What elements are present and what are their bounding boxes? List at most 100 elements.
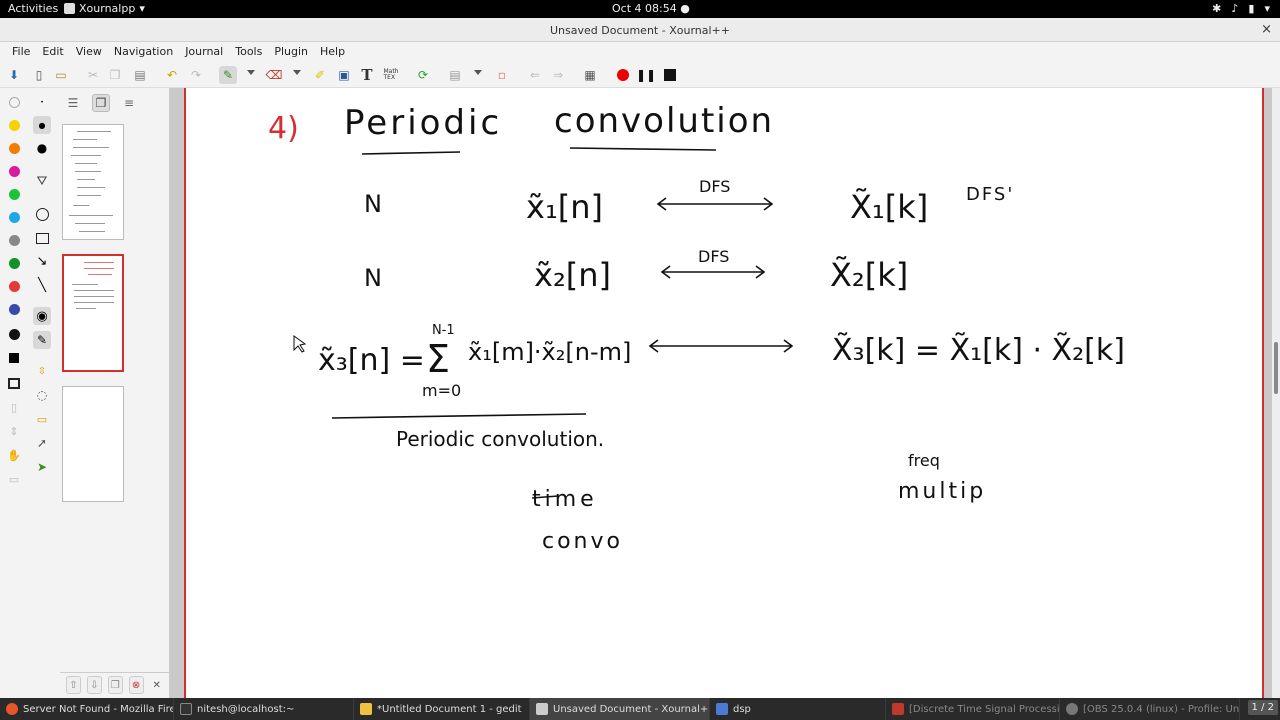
move-page-down-icon[interactable]: ⇩ (86, 676, 102, 694)
pause-icon[interactable]: ❚❚ (636, 66, 656, 84)
workspace-pager[interactable]: 1 / 2 (1247, 700, 1278, 715)
page-thumbnail-1[interactable] (62, 124, 124, 240)
copy-icon[interactable]: ❐ (106, 66, 124, 84)
color-gray[interactable] (5, 231, 23, 249)
app-menu[interactable]: Xournalpp ▾ (64, 2, 145, 15)
size-medium-icon[interactable]: ● (33, 139, 51, 157)
lasso-select-icon[interactable]: ◌ (33, 386, 51, 404)
line-shape-icon[interactable]: ╲ (33, 276, 51, 294)
tab-page-preview[interactable]: ❐ (92, 94, 110, 112)
text-select-icon[interactable]: ▯ (5, 398, 23, 416)
title-underline-2 (569, 147, 717, 151)
hand-tool-icon[interactable]: ✋ (5, 446, 23, 464)
math-tex-icon[interactable]: Math TEX (382, 66, 400, 84)
menu-view[interactable]: View (70, 42, 108, 62)
page-thumbnail-2[interactable] (62, 254, 124, 372)
size-tiny-icon[interactable]: • (33, 93, 51, 111)
size-small-icon[interactable]: ● (33, 116, 51, 134)
delete-page-icon[interactable]: ▫ (493, 66, 511, 84)
vertical-space-icon[interactable]: ⇕ (5, 422, 23, 440)
task-obs[interactable]: [OBS 25.0.4 (linux) - Profile: Untitl... (1060, 698, 1240, 720)
shape-recognizer-icon[interactable]: ◉ (33, 307, 51, 325)
color-red[interactable] (5, 277, 23, 295)
paste-icon[interactable]: ▤ (131, 66, 149, 84)
select-object-icon[interactable]: ▭ (5, 470, 23, 488)
color-green[interactable] (5, 185, 23, 203)
previous-page-icon[interactable]: ⇐ (526, 66, 544, 84)
cut-icon[interactable]: ✂ (84, 66, 102, 84)
activities-button[interactable]: Activities (8, 2, 58, 15)
eraser-tool-icon[interactable]: ⌫ (265, 66, 283, 84)
task-terminal[interactable]: nitesh@localhost:~ (174, 698, 354, 720)
menu-help[interactable]: Help (314, 42, 351, 62)
circle-shape-icon[interactable] (33, 205, 51, 223)
swatch-blue (8, 303, 20, 315)
menu-journal[interactable]: Journal (179, 42, 229, 62)
swatch-orange (8, 142, 20, 154)
document-page[interactable]: 4) Periodic convolution N x̃₁[n] DFS X̃₁… (184, 88, 1264, 698)
record-icon[interactable] (614, 66, 632, 84)
swatch-gray (8, 234, 20, 246)
text-tool-icon[interactable]: T (358, 66, 376, 84)
vertical-scrollbar[interactable] (1272, 88, 1280, 698)
swatch-black-square (9, 353, 19, 363)
fill-bucket-icon[interactable]: ⛛ (33, 172, 51, 190)
menu-navigation[interactable]: Navigation (108, 42, 179, 62)
undo-icon[interactable]: ↶ (163, 66, 181, 84)
color-black[interactable] (5, 325, 23, 343)
arrow-shape-icon[interactable]: ↘ (33, 252, 51, 270)
rectangle-shape-icon[interactable] (33, 229, 51, 247)
color-blue[interactable] (5, 300, 23, 318)
color-dark-green[interactable] (5, 254, 23, 272)
image-tool-icon[interactable]: ▣ (335, 66, 353, 84)
ruler-pen-icon[interactable]: ✎ (33, 331, 51, 349)
task-gedit[interactable]: *Untitled Document 1 - gedit (354, 698, 530, 720)
tab-layers[interactable]: ≡ (120, 94, 138, 112)
pen-options-chevron-icon[interactable] (247, 70, 255, 75)
color-light-blue[interactable] (5, 208, 23, 226)
close-sidebar-icon[interactable]: ✕ (150, 676, 164, 694)
task-xournal[interactable]: Unsaved Document - Xournal++ (530, 698, 710, 720)
fullscreen-icon[interactable]: ▦ (581, 66, 599, 84)
menu-edit[interactable]: Edit (36, 42, 69, 62)
color-yellow[interactable] (5, 116, 23, 134)
color-magenta[interactable] (5, 162, 23, 180)
eraser-options-chevron-icon[interactable] (293, 70, 301, 75)
copy-page-icon[interactable]: ❐ (107, 676, 123, 694)
clock[interactable]: Oct 4 08:54 ● (612, 2, 690, 15)
save-icon[interactable]: ⬇ (5, 66, 23, 84)
tab-document-outline[interactable]: ☰ (64, 94, 82, 112)
pen-tool-icon[interactable]: ✎ (219, 66, 237, 84)
menu-file[interactable]: File (6, 42, 36, 62)
play-object-icon[interactable]: ➤ (33, 458, 51, 476)
pointer-icon[interactable]: ➚ (33, 434, 51, 452)
move-page-up-icon[interactable]: ⇧ (66, 676, 81, 694)
document-canvas[interactable]: 4) Periodic convolution N x̃₁[n] DFS X̃₁… (170, 88, 1280, 698)
stop-icon[interactable] (661, 66, 679, 84)
scrollbar-thumb[interactable] (1274, 342, 1278, 394)
draw-rect-select-icon[interactable] (5, 374, 23, 392)
system-tray[interactable]: ✱ ♪ ▮ ▾ (1212, 2, 1270, 15)
color-white[interactable] (5, 93, 23, 111)
title-underline-1 (361, 151, 461, 155)
highlighter-tool-icon[interactable]: ✐ (311, 66, 329, 84)
menu-tools[interactable]: Tools (229, 42, 268, 62)
new-document-icon[interactable]: ▯ (30, 66, 48, 84)
page-thumbnail-3[interactable] (62, 386, 124, 502)
insert-page-icon[interactable]: ▤ (446, 66, 464, 84)
close-window-button[interactable]: × (1261, 22, 1272, 37)
color-black-square[interactable] (5, 349, 23, 367)
insert-page-chevron-icon[interactable] (474, 70, 482, 75)
task-files-dsp[interactable]: dsp (710, 698, 886, 720)
menu-plugin[interactable]: Plugin (268, 42, 314, 62)
color-orange[interactable] (5, 139, 23, 157)
vertical-space-tool-icon[interactable]: ⇳ (33, 362, 51, 380)
next-page-icon[interactable]: ⇒ (549, 66, 567, 84)
task-firefox[interactable]: Server Not Found - Mozilla Firefox (0, 698, 174, 720)
refresh-icon[interactable]: ⟳ (414, 66, 432, 84)
open-folder-icon[interactable]: ▭ (52, 66, 70, 84)
redo-icon[interactable]: ↷ (187, 66, 205, 84)
delete-page-button-icon[interactable]: ⊗ (128, 676, 144, 694)
task-pdf-viewer[interactable]: [Discrete Time Signal Processing-... (886, 698, 1060, 720)
rect-select-icon[interactable]: ▭ (33, 410, 51, 428)
